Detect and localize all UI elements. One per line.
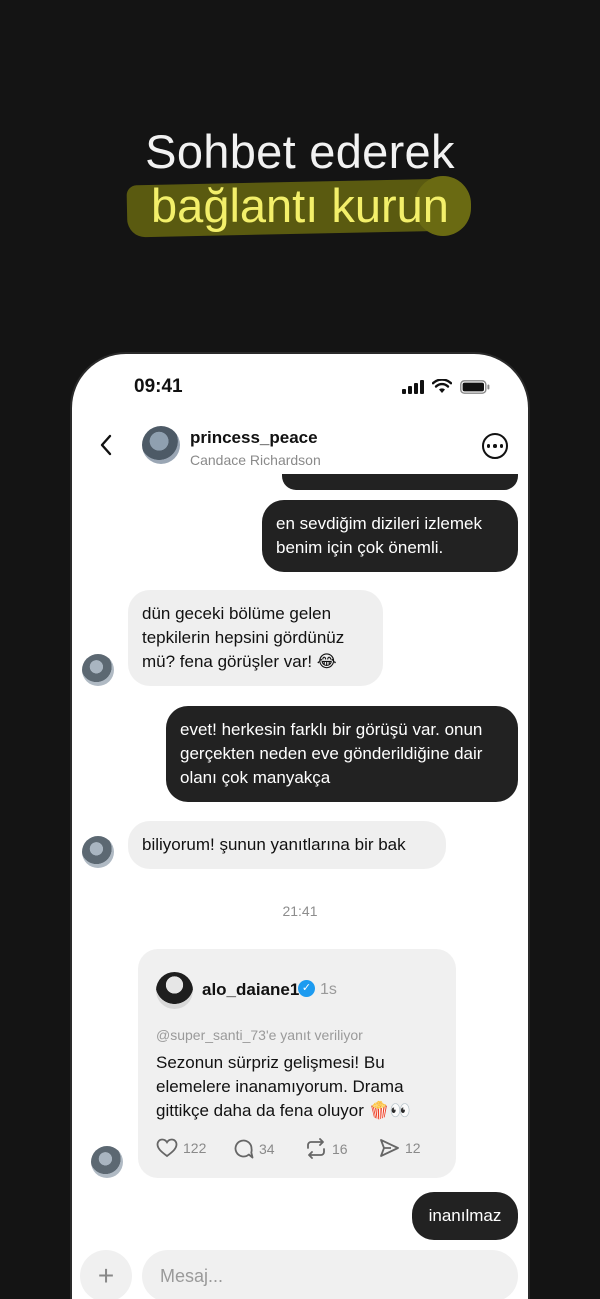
- post-author-avatar[interactable]: [156, 972, 193, 1009]
- contact-avatar-small[interactable]: [82, 654, 114, 686]
- repost-count: 16: [332, 1140, 348, 1157]
- status-icons: [402, 379, 490, 394]
- contact-username[interactable]: princess_peace: [190, 428, 318, 448]
- repost-button[interactable]: 16: [305, 1138, 348, 1159]
- verified-badge-icon: ✓: [298, 980, 315, 997]
- message-input[interactable]: [142, 1250, 518, 1299]
- status-bar: 09:41: [72, 354, 528, 414]
- repost-icon: [307, 1138, 325, 1159]
- post-time: 1s: [320, 981, 337, 998]
- headline-highlight: bağlantı kurun: [126, 176, 471, 238]
- plus-icon: +: [97, 1260, 115, 1291]
- message-text: dün geceki bölüme gelen tepkilerin hepsi…: [142, 604, 345, 671]
- like-button[interactable]: 122: [156, 1138, 206, 1158]
- message-bubble-outgoing[interactable]: evet! herkesin farklı bir görüşü var. on…: [166, 706, 518, 802]
- post-author-username[interactable]: alo_daiane1: [202, 980, 299, 1000]
- message-composer: +: [72, 1244, 528, 1299]
- share-count: 12: [405, 1140, 421, 1156]
- chat-header: princess_peace Candace Richardson: [72, 416, 528, 474]
- message-bubble-incoming[interactable]: dün geceki bölüme gelen tepkilerin hepsi…: [128, 590, 383, 686]
- message-bubble-outgoing[interactable]: inanılmaz: [412, 1192, 518, 1240]
- post-text: Sezonun sürpriz gelişmesi! Bu elemelere …: [156, 1053, 411, 1120]
- like-count: 122: [183, 1140, 207, 1156]
- phone-frame: 09:41 princess_peace Candace Richardson …: [72, 354, 528, 1299]
- back-button[interactable]: [94, 432, 120, 458]
- headline: Sohbet ederek bağlantı kurun: [0, 124, 600, 238]
- chevron-left-icon: [100, 434, 112, 456]
- battery-icon: [460, 379, 490, 394]
- message-text: en sevdiğim dizileri izlemek benim için …: [276, 514, 482, 557]
- wifi-icon: [432, 379, 452, 393]
- shared-post-card[interactable]: alo_daiane1 ✓ 1s @super_santi_73'e yanıt…: [138, 949, 456, 1178]
- share-button[interactable]: 12: [379, 1138, 421, 1158]
- post-actions: 122 34 16 12: [156, 1138, 446, 1162]
- contact-avatar-small[interactable]: [91, 1146, 123, 1178]
- message-text: evet! herkesin farklı bir görüşü var. on…: [180, 720, 483, 787]
- reply-button[interactable]: 34: [233, 1138, 275, 1159]
- message-bubble-outgoing[interactable]: en sevdiğim dizileri izlemek benim için …: [262, 500, 518, 572]
- message-text: biliyorum! şunun yanıtlarına bir bak: [142, 835, 406, 854]
- contact-real-name: Candace Richardson: [190, 452, 321, 468]
- message-timestamp: 21:41: [282, 903, 318, 919]
- post-reply-context[interactable]: @super_santi_73'e yanıt veriliyor: [156, 1027, 363, 1043]
- reply-count: 34: [259, 1140, 275, 1157]
- headline-line1: Sohbet ederek: [145, 125, 455, 178]
- message-bubble-incoming[interactable]: biliyorum! şunun yanıtlarına bir bak: [128, 821, 446, 869]
- message-text: inanılmaz: [428, 1206, 502, 1225]
- heart-icon: [156, 1138, 178, 1158]
- message-list[interactable]: en sevdiğim dizileri izlemek benim için …: [72, 444, 528, 1254]
- status-time: 09:41: [134, 376, 183, 397]
- signal-icon: [402, 379, 424, 394]
- send-icon: [380, 1139, 399, 1157]
- contact-avatar[interactable]: [142, 426, 180, 464]
- contact-avatar-small[interactable]: [82, 836, 114, 868]
- more-options-icon: [486, 444, 491, 448]
- comment-icon: [234, 1139, 254, 1159]
- headline-line2: bağlantı kurun: [151, 179, 449, 232]
- more-options-button[interactable]: [482, 433, 508, 459]
- attach-button[interactable]: +: [80, 1250, 132, 1299]
